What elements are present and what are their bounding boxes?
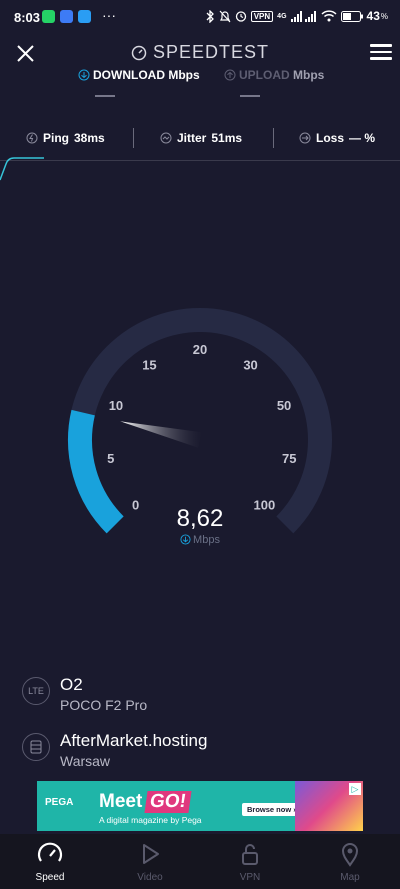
server-info[interactable]: AfterMarket.hosting Warsaw bbox=[22, 731, 207, 769]
nav-speed[interactable]: Speed bbox=[0, 838, 100, 883]
app-title-text: SPEEDTEST bbox=[152, 42, 270, 62]
app-title: SPEEDTEST bbox=[0, 42, 400, 66]
speed-gauge: 0 5 10 15 20 30 50 75 100 bbox=[68, 308, 332, 534]
download-icon bbox=[180, 534, 191, 545]
gauge-needle bbox=[120, 421, 202, 448]
bell-off-icon bbox=[219, 10, 231, 23]
loss-metric: Loss — % bbox=[299, 131, 375, 145]
lock-icon bbox=[242, 844, 258, 865]
nav-map[interactable]: Map bbox=[300, 838, 400, 883]
gauge-tick-label: 15 bbox=[142, 357, 156, 372]
server-name: AfterMarket.hosting bbox=[60, 731, 208, 750]
hamburger-icon-bar bbox=[370, 44, 392, 47]
bottom-navigation: Speed Video VPN Map bbox=[0, 834, 400, 889]
speed-graph-line bbox=[0, 157, 44, 181]
map-pin-icon bbox=[341, 843, 359, 867]
speed-reading-unit: Mbps bbox=[150, 534, 250, 546]
ad-headline: Meet GO! bbox=[99, 791, 192, 813]
download-value-placeholder bbox=[95, 95, 115, 97]
server-icon bbox=[22, 733, 50, 761]
ad-subline: A digital magazine by Pega bbox=[99, 815, 202, 825]
gauge-tick-label: 30 bbox=[243, 357, 257, 372]
app-header: SPEEDTEST bbox=[0, 34, 400, 74]
divider bbox=[273, 128, 274, 148]
jitter-icon bbox=[160, 132, 172, 144]
gauge-tick-label: 20 bbox=[193, 342, 207, 357]
signal-icon bbox=[290, 10, 317, 22]
download-label: DOWNLOAD Mbps bbox=[78, 68, 200, 82]
gauge-tick-label: 5 bbox=[107, 451, 114, 466]
clock: 8:03 bbox=[14, 10, 41, 25]
ad-banner[interactable]: PEGA Meet GO! A digital magazine by Pega … bbox=[37, 781, 363, 831]
gauge-tick-label: 75 bbox=[282, 451, 296, 466]
gauge-tick-label: 0 bbox=[132, 497, 139, 512]
app-icon bbox=[78, 10, 91, 23]
ad-cta-button[interactable]: Browse now › bbox=[242, 803, 301, 816]
menu-button[interactable] bbox=[370, 44, 392, 62]
nav-video[interactable]: Video bbox=[100, 838, 200, 883]
speedometer-icon bbox=[37, 842, 63, 862]
upload-label: UPLOAD Mbps bbox=[224, 68, 324, 82]
adchoices-icon[interactable]: ▷ bbox=[349, 783, 361, 795]
gauge-tick-label: 10 bbox=[109, 398, 123, 413]
nav-vpn[interactable]: VPN bbox=[200, 838, 300, 883]
home-app-icon bbox=[60, 10, 73, 23]
speed-graph-baseline bbox=[0, 160, 400, 161]
ad-brand: PEGA bbox=[45, 797, 74, 808]
network-type: 4G bbox=[277, 12, 287, 20]
speedometer-icon bbox=[131, 45, 147, 66]
jitter-metric: Jitter 51ms bbox=[160, 131, 242, 145]
upload-icon bbox=[224, 69, 236, 81]
device-name: POCO F2 Pro bbox=[60, 697, 148, 713]
battery-icon bbox=[340, 10, 363, 22]
download-icon bbox=[78, 69, 90, 81]
provider-name: O2 bbox=[60, 675, 83, 694]
provider-info[interactable]: LTE O2 POCO F2 Pro bbox=[22, 675, 147, 713]
upload-value-placeholder bbox=[240, 95, 260, 97]
ping-icon bbox=[26, 132, 38, 144]
gauge-fill bbox=[68, 409, 124, 534]
gauge-tick-label: 50 bbox=[277, 398, 291, 413]
battery-level: 43 bbox=[366, 9, 380, 23]
gauge-tick-label: 100 bbox=[253, 497, 275, 512]
metrics-bar: Ping 38ms Jitter 51ms Loss — % bbox=[0, 124, 400, 154]
play-icon bbox=[143, 844, 159, 864]
wifi-icon bbox=[320, 10, 337, 22]
more-notifications: ··· bbox=[102, 7, 116, 23]
bluetooth-icon bbox=[205, 9, 215, 23]
server-location: Warsaw bbox=[60, 753, 111, 769]
divider bbox=[133, 128, 134, 148]
whatsapp-icon bbox=[42, 10, 55, 23]
vpn-icon: VPN bbox=[250, 10, 274, 22]
alarm-icon bbox=[235, 10, 247, 22]
status-bar: 8:03 ··· VPN 4G 43% bbox=[14, 7, 388, 25]
speed-reading: 8,62 bbox=[176, 505, 224, 532]
lte-icon: LTE bbox=[22, 677, 50, 705]
ping-metric: Ping 38ms bbox=[26, 131, 105, 145]
loss-icon bbox=[299, 132, 311, 144]
